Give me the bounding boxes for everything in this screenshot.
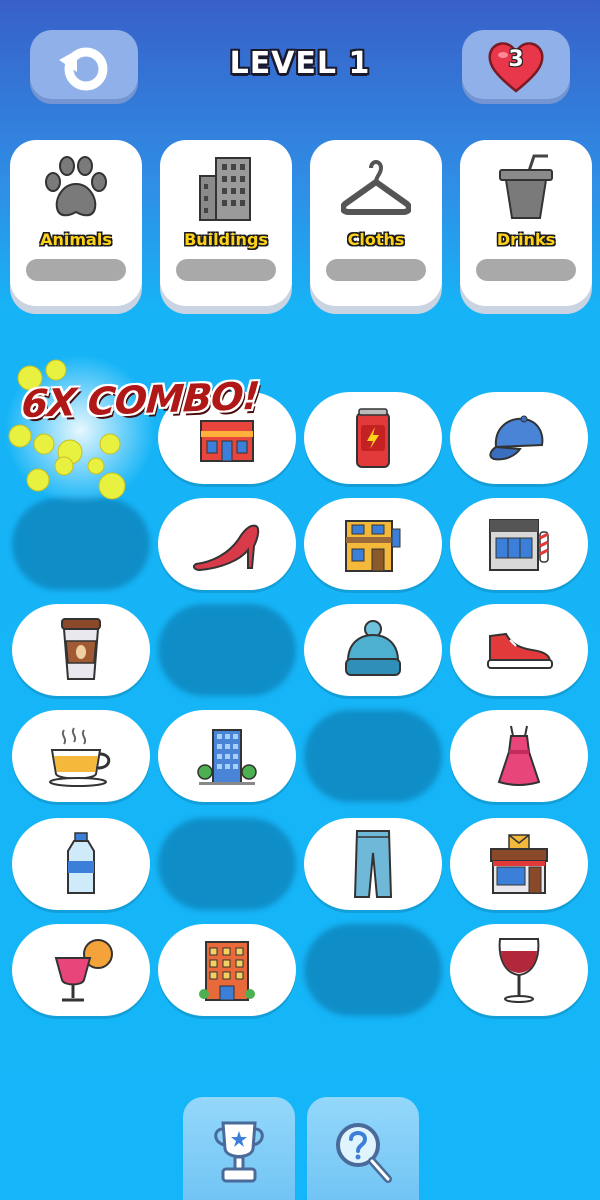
soda-can-icon: [356, 408, 390, 468]
hanger-icon: [341, 160, 411, 215]
jeans-icon: [353, 830, 393, 898]
tile-sneaker[interactable]: [450, 604, 588, 696]
building-icon: [199, 157, 251, 221]
water-bottle-icon: [67, 832, 95, 894]
magnifier-hint-icon: [336, 1123, 392, 1183]
trophy-icon: [214, 1121, 264, 1183]
tile-coffee-cup[interactable]: [12, 604, 150, 696]
tile-water-bottle[interactable]: [12, 818, 150, 910]
category-progress: [476, 259, 576, 281]
category-drinks: Drinks: [460, 140, 592, 306]
tile-tea-cup[interactable]: [12, 710, 150, 802]
lives-count: 3: [508, 47, 524, 72]
tile-post-office[interactable]: [450, 818, 588, 910]
paw-icon: [45, 156, 107, 217]
tile-barber-shop[interactable]: [450, 498, 588, 590]
cocktail-icon: [54, 939, 113, 1002]
hint-button[interactable]: [307, 1097, 419, 1200]
category-animals: Animals: [10, 140, 142, 306]
tile-soda-can[interactable]: [304, 392, 442, 484]
category-progress: [26, 259, 126, 281]
combo-text: 6X COMBO!: [20, 373, 261, 427]
high-heel-icon: [192, 524, 260, 572]
sneaker-icon: [487, 632, 553, 669]
coffee-cup-icon: [61, 618, 101, 680]
wine-glass-icon: [498, 938, 540, 1003]
restart-icon: [59, 47, 108, 91]
tile-beanie-hat[interactable]: [304, 604, 442, 696]
tile-office-tower[interactable]: [158, 710, 296, 802]
tile-baseball-cap[interactable]: [450, 392, 588, 484]
restart-button[interactable]: [30, 30, 138, 104]
empty-slot: [12, 498, 150, 590]
empty-slot: [158, 604, 296, 696]
empty-slot: [304, 710, 442, 802]
tile-high-heel[interactable]: [158, 498, 296, 590]
category-label: Drinks: [496, 230, 556, 249]
post-office-icon: [490, 834, 548, 894]
empty-slot: [304, 924, 442, 1016]
tea-cup-icon: [49, 727, 111, 787]
category-buildings: Buildings: [160, 140, 292, 306]
tile-cocktail[interactable]: [12, 924, 150, 1016]
empty-slot: [158, 818, 296, 910]
pink-dress-icon: [497, 725, 541, 786]
shop-building-icon: [200, 420, 254, 462]
cup-icon: [499, 154, 553, 219]
barber-shop-icon: [489, 519, 549, 571]
category-label: Cloths: [347, 230, 405, 249]
yellow-store-icon: [345, 520, 401, 572]
baseball-cap-icon: [489, 415, 544, 461]
tile-pink-dress[interactable]: [450, 710, 588, 802]
level-title: LEVEL 1: [229, 46, 371, 81]
category-label: Animals: [40, 230, 112, 249]
category-progress: [326, 259, 426, 281]
beanie-hat-icon: [345, 620, 401, 676]
tile-yellow-store[interactable]: [304, 498, 442, 590]
apartment-building-icon: [199, 941, 255, 1001]
tile-wine-glass[interactable]: [450, 924, 588, 1016]
lives-display: 3: [462, 30, 570, 104]
office-tower-icon: [197, 729, 257, 785]
category-cloths: Cloths: [310, 140, 442, 306]
category-label: Buildings: [184, 230, 268, 249]
tile-apartment-building[interactable]: [158, 924, 296, 1016]
category-progress: [176, 259, 276, 281]
trophy-button[interactable]: [183, 1097, 295, 1200]
tile-jeans[interactable]: [304, 818, 442, 910]
